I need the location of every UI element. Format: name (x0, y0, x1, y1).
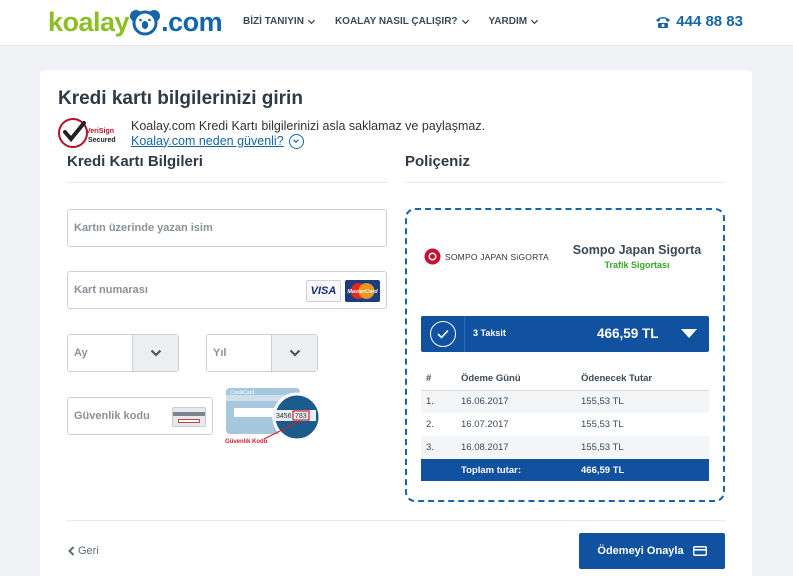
month-dropdown-button[interactable] (132, 335, 178, 371)
nav-item-label: BİZİ TANIYIN (243, 16, 304, 27)
chevron-down-icon (461, 19, 469, 25)
svg-text:VeriSign: VeriSign (86, 128, 114, 135)
credit-card-icon (692, 546, 707, 556)
page-title: Kredi kartı bilgilerinizi girin (58, 88, 303, 109)
table-row: 3. 16.08.2017 155,53 TL (421, 436, 709, 459)
svg-text:MasterCard: MasterCard (347, 289, 378, 295)
card-back-mini-icon (172, 407, 206, 427)
svg-text:Güvenlik Kodu: Güvenlik Kodu (225, 439, 268, 445)
table-row: 1. 16.06.2017 155,53 TL (421, 390, 709, 413)
security-code-field[interactable]: Güvenlik kodu (67, 397, 213, 435)
cardholder-name-field[interactable]: Kartın üzerinde yazan isim (67, 209, 387, 247)
mastercard-logo: MasterCard (345, 280, 380, 302)
top-navigation-bar: koalay . com BİZİ TANIYIN KOALAY NASIL ÇA… (0, 0, 793, 46)
divider (66, 520, 726, 521)
sompo-logo-text: SOMPO JAPAN SiGORTA (445, 251, 549, 262)
chevron-down-circle-icon (288, 133, 304, 149)
installment-label: 3 Taksit (473, 328, 506, 338)
why-safe-link[interactable]: Koalay.com neden güvenli? (131, 133, 304, 149)
row-date: 16.08.2017 (456, 436, 576, 459)
security-notice-text: Koalay.com Kredi Kartı bilgilerinizi asl… (131, 119, 486, 133)
back-link-label: Geri (78, 545, 99, 557)
divider (66, 182, 388, 183)
chevron-down-icon (307, 19, 316, 25)
caret-down-icon (681, 329, 697, 338)
year-select-label: Yıl (213, 347, 227, 359)
check-circle-icon (430, 321, 456, 347)
month-select[interactable]: Ay (67, 334, 179, 372)
month-select-label: Ay (74, 347, 88, 359)
card-number-field[interactable]: Kart numarası VISA MasterCard (67, 271, 387, 309)
installment-selector[interactable]: 3 Taksit 466,59 TL (421, 316, 709, 352)
card-number-placeholder: Kart numarası (74, 284, 148, 296)
total-value: 466,59 TL (576, 459, 709, 481)
policy-heading: Poliçeniz (405, 153, 471, 170)
cardholder-name-placeholder: Kartın üzerinde yazan isim (74, 222, 213, 234)
total-label: Toplam tutar: (456, 459, 576, 481)
divider (405, 182, 725, 183)
phone-contact[interactable]: 444 88 83 (655, 13, 743, 30)
why-safe-link-label: Koalay.com neden güvenli? (131, 133, 284, 148)
row-date: 16.07.2017 (461, 419, 509, 430)
row-amount: 155,53 TL (581, 419, 624, 430)
product-name: Trafik Sigortası (604, 260, 670, 270)
installment-amount: 466,59 TL (597, 326, 659, 341)
policy-summary-box: SOMPO JAPAN SiGORTA Sompo Japan Sigorta … (405, 208, 725, 502)
sompo-japan-logo: SOMPO JAPAN SiGORTA (424, 248, 549, 265)
nav-item-about[interactable]: BİZİ TANIYIN (243, 16, 316, 27)
year-dropdown-button[interactable] (271, 335, 317, 371)
row-index: 2. (426, 419, 434, 430)
verisign-secured-badge: VeriSign Secured (58, 118, 116, 148)
chevron-down-icon (150, 349, 161, 357)
nav-item-how-it-works[interactable]: KOALAY NASIL ÇALIŞIR? (335, 16, 470, 27)
table-row: 2. 16.07.2017 155,53 TL (421, 413, 709, 436)
row-amount: 155,53 TL (576, 436, 709, 459)
chevron-down-icon (289, 349, 300, 357)
nav-item-label: KOALAY NASIL ÇALIŞIR? (334, 16, 458, 27)
table-header-row: # Ödeme Günü Ödenecek Tutar (421, 367, 709, 391)
svg-text:3456: 3456 (276, 413, 292, 420)
koalay-logo[interactable]: koalay . com (48, 6, 223, 38)
security-code-placeholder: Güvenlik kodu (74, 410, 150, 422)
insurer-name: Sompo Japan Sigorta (572, 243, 702, 257)
phone-icon (656, 16, 671, 28)
divider (464, 316, 465, 352)
card-details-heading: Kredi Kartı Bilgileri (67, 153, 203, 170)
logo-text-left: koalay (48, 6, 130, 37)
phone-number: 444 88 83 (676, 13, 743, 30)
payment-card-panel: Kredi kartı bilgilerinizi girin VeriSign… (40, 70, 752, 576)
security-code-illustration: CreditCard 3456 783 Güvenlik Kodu (225, 388, 322, 445)
year-select[interactable]: Yıl (206, 334, 318, 372)
nav-item-help[interactable]: YARDIM (489, 16, 540, 27)
svg-text:783: 783 (295, 413, 307, 420)
sompo-logo-icon (424, 248, 441, 265)
visa-logo: VISA (306, 280, 341, 302)
koala-icon (130, 10, 161, 36)
main-nav: BİZİ TANIYIN KOALAY NASIL ÇALIŞIR? YARDI… (243, 16, 539, 27)
column-header-amount: Ödenecek Tutar (576, 367, 709, 391)
total-row: Toplam tutar: 466,59 TL (421, 459, 709, 481)
row-index: 1. (421, 390, 456, 413)
nav-item-label: YARDIM (488, 16, 528, 27)
row-date: 16.06.2017 (456, 390, 576, 413)
confirm-payment-button[interactable]: Ödemeyi Onayla (579, 533, 725, 569)
svg-text:Secured: Secured (88, 137, 116, 144)
chevron-down-icon (530, 19, 539, 25)
payment-schedule-table: # Ödeme Günü Ödenecek Tutar 1. 16.06.201… (421, 367, 709, 481)
logo-text-right: com (168, 6, 223, 37)
row-amount: 155,53 TL (576, 390, 709, 413)
confirm-payment-label: Ödemeyi Onayla (597, 545, 684, 557)
security-notice: Koalay.com Kredi Kartı bilgilerinizi asl… (131, 119, 485, 149)
back-link[interactable]: Geri (68, 545, 99, 557)
column-header-index: # (421, 367, 456, 391)
chevron-left-icon (68, 546, 75, 556)
column-header-date: Ödeme Günü (456, 367, 576, 391)
svg-text:CreditCard: CreditCard (230, 390, 254, 396)
row-index: 3. (421, 436, 456, 459)
